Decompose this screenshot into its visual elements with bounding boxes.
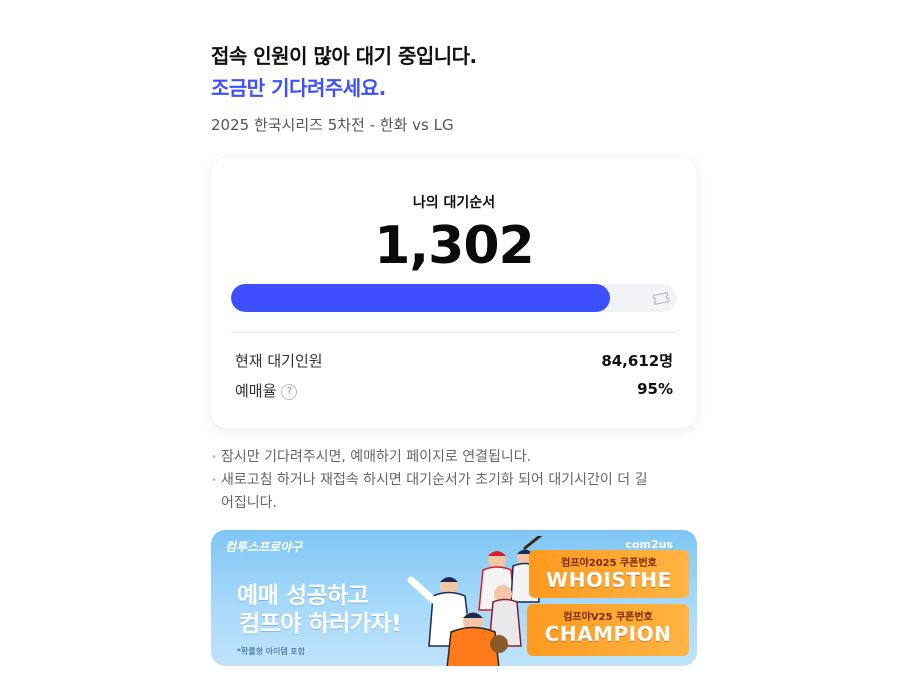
notice-item: 잠시만 기다려주시면, 예매하기 페이지로 연결됩니다. <box>211 446 697 469</box>
coupon-code: WHOISTHE <box>546 568 672 592</box>
coupon-code: CHAMPION <box>544 622 672 646</box>
promo-banner[interactable]: 컴투스프로야구 com2us 예매 성공하고 컴프야 하러가자! *확률형 아이… <box>211 530 697 666</box>
queue-progress-fill <box>231 284 611 312</box>
notice-item: 새로고침 하거나 재접속 하시면 대기순서가 초기화 되어 대기시간이 더 길어… <box>211 469 651 515</box>
page-title: 접속 인원이 많아 대기 중입니다. <box>211 44 477 68</box>
booking-rate-label: 예매율 <box>235 382 277 400</box>
notice-list: 잠시만 기다려주시면, 예매하기 페이지로 연결됩니다. 새로고침 하거나 재접… <box>211 446 697 515</box>
coupon-code-card[interactable]: 컴프야V25 쿠폰번호 CHAMPION <box>527 604 689 656</box>
queue-label: 나의 대기순서 <box>412 195 496 211</box>
coupon-code-card[interactable]: 컴프야2025 쿠폰번호 WHOISTHE <box>529 550 689 598</box>
banner-headline-2: 컴프야 하러가자! <box>239 611 402 637</box>
event-name: 2025 한국시리즈 5차전 - 한화 vs LG <box>211 116 454 134</box>
booking-rate-label-wrap: 예매율? <box>235 380 298 401</box>
queue-position: 1,302 <box>374 216 534 276</box>
booking-rate-value: 95% <box>637 380 673 398</box>
current-waiting-label: 현재 대기인원 <box>235 352 323 370</box>
current-waiting-value: 84,612명 <box>601 352 673 370</box>
banner-fine-print: *확률형 아이템 포함 <box>237 647 305 656</box>
question-circle-icon[interactable]: ? <box>281 383 298 400</box>
coupon-label: 컴프야V25 쿠폰번호 <box>563 612 653 623</box>
coupon-label: 컴프야2025 쿠폰번호 <box>561 558 657 569</box>
queue-progress-bar <box>231 284 677 312</box>
page-subtitle: 조금만 기다려주세요. <box>211 76 386 100</box>
queue-card: 나의 대기순서 1,302 현재 대기인원 84,612명 예매율? 95% <box>211 158 697 428</box>
card-divider <box>231 332 677 333</box>
banner-logo: 컴투스프로야구 <box>225 540 303 554</box>
ticket-icon <box>652 291 670 306</box>
